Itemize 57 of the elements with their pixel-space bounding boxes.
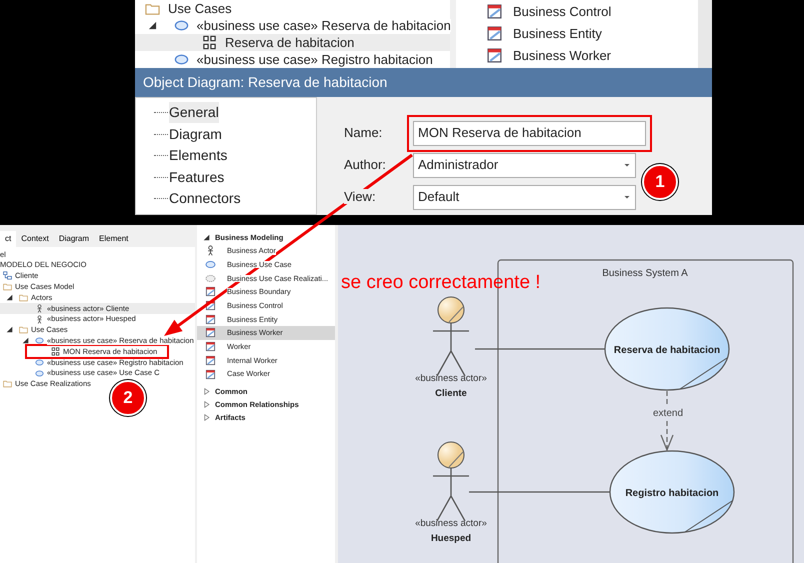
dropdown[interactable]: Administrador xyxy=(413,152,636,178)
diagram-icon xyxy=(51,347,60,356)
package-diagram-icon xyxy=(3,271,12,280)
actor-name: Cliente xyxy=(435,388,467,399)
field-label: Name: xyxy=(344,125,382,140)
class-icon xyxy=(205,314,216,325)
dropdown[interactable]: Default xyxy=(413,184,636,210)
use-case-ellipse[interactable] xyxy=(609,450,735,534)
tab[interactable]: Context xyxy=(16,231,54,247)
nav-item[interactable]: Connectors xyxy=(169,188,241,210)
ellipse-icon xyxy=(205,272,216,284)
class-icon xyxy=(205,354,216,366)
field-label: Author: xyxy=(344,157,386,172)
folder-icon xyxy=(19,325,28,334)
actor-icon xyxy=(205,245,216,256)
ellipse-icon xyxy=(174,52,188,67)
class-icon xyxy=(486,24,503,42)
collapse-icon[interactable] xyxy=(203,234,210,241)
class-icon xyxy=(205,368,216,380)
tab[interactable]: ct xyxy=(0,231,16,247)
actor-stereotype: «business actor» xyxy=(415,373,487,384)
caret-icon xyxy=(623,193,631,201)
caret-icon xyxy=(623,161,631,169)
use-case-name: Reserva de habitacion xyxy=(614,345,720,356)
ellipse-icon xyxy=(205,259,216,270)
dialog-title: Object Diagram: Reserva de habitacion xyxy=(135,68,712,97)
diagram-icon xyxy=(202,35,217,50)
tab[interactable]: Element xyxy=(94,231,134,247)
class-icon xyxy=(205,341,216,352)
ellipse-icon xyxy=(35,336,44,346)
class-icon xyxy=(205,286,216,298)
association-line[interactable] xyxy=(475,348,605,350)
tab[interactable]: Diagram xyxy=(54,231,94,247)
extend-label: extend xyxy=(652,408,684,419)
collapse-icon[interactable] xyxy=(22,337,29,344)
class-icon xyxy=(486,46,503,64)
boundary-title: Business System A xyxy=(602,268,688,279)
nav-item[interactable]: General xyxy=(169,102,219,124)
tree-item[interactable]: Reserva de habitacion xyxy=(135,34,450,51)
ellipse-icon xyxy=(174,18,188,33)
use-case-ellipse[interactable] xyxy=(604,307,730,391)
class-icon xyxy=(486,2,503,20)
field-label: View: xyxy=(344,189,376,204)
actor-icon xyxy=(35,314,44,324)
actor-icon xyxy=(35,304,44,313)
nav-item[interactable]: Features xyxy=(169,166,224,188)
collapse-icon[interactable] xyxy=(6,294,13,302)
actor-name: Huesped xyxy=(430,533,472,544)
collapse-icon[interactable] xyxy=(6,326,13,334)
class-icon xyxy=(205,327,216,338)
nav-item[interactable]: Elements xyxy=(169,145,228,166)
use-case-name: Registro habitacion xyxy=(625,488,719,499)
nav-item[interactable]: Diagram xyxy=(169,124,222,145)
folder-icon xyxy=(3,379,12,388)
actor-stereotype: «business actor» xyxy=(415,518,487,529)
collapse-icon[interactable] xyxy=(148,21,156,30)
association-line[interactable] xyxy=(469,491,610,493)
